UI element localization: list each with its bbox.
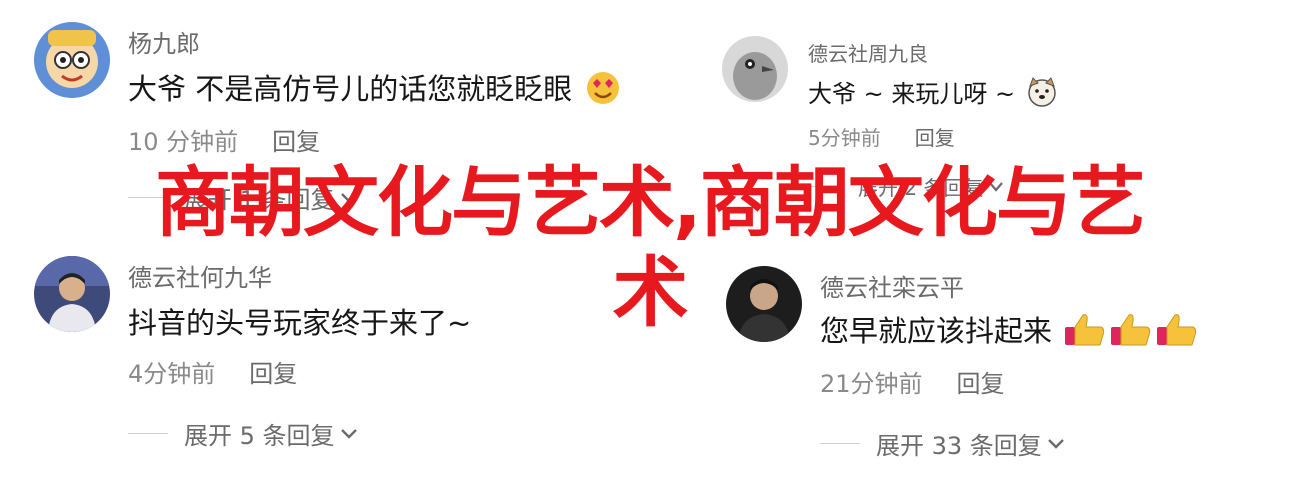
divider xyxy=(820,443,860,444)
comment-time: 10 分钟前 xyxy=(128,128,239,156)
heart-eyes-emoji-icon xyxy=(583,70,623,113)
comment-text-content: 大爷 ~ 来玩儿呀 ~ xyxy=(808,80,1016,108)
username[interactable]: 杨九郎 xyxy=(128,24,200,59)
reply-button[interactable]: 回复 xyxy=(249,360,297,388)
dog-face-emoji-icon xyxy=(1025,76,1059,114)
reply-button[interactable]: 回复 xyxy=(272,128,320,156)
pigeon-avatar-icon xyxy=(722,36,788,102)
comment-meta: 21分钟前 回复 xyxy=(820,364,1005,399)
avatar[interactable] xyxy=(722,36,788,102)
expand-replies-label: 展开 33 条回复 xyxy=(876,432,1042,460)
comment-text: 大爷 ~ 来玩儿呀 ~ xyxy=(808,74,1059,114)
comment-time: 5分钟前 xyxy=(808,126,881,150)
comment-time: 21分钟前 xyxy=(820,370,923,398)
username[interactable]: 德云社周九良 xyxy=(808,38,928,67)
reply-button[interactable]: 回复 xyxy=(915,126,955,150)
chevron-down-icon xyxy=(1047,438,1064,449)
expand-replies-button[interactable]: 展开 33 条回复 xyxy=(820,426,1066,461)
chevron-down-icon xyxy=(340,428,357,439)
expand-replies-button[interactable]: 展开 5 条回复 xyxy=(128,416,359,451)
avatar[interactable] xyxy=(34,22,110,98)
comment-meta: 4分钟前 回复 xyxy=(128,354,297,389)
reply-button[interactable]: 回复 xyxy=(957,370,1005,398)
overlay-title-line-2: 术 xyxy=(612,248,689,337)
comment-text-content: 大爷 不是高仿号儿的话您就眨眨眼 xyxy=(128,72,573,106)
overlay-title-line-1: 商朝文化与艺术,商朝文化与艺 xyxy=(155,158,1146,247)
comment-text: 大爷 不是高仿号儿的话您就眨眨眼 xyxy=(128,66,623,113)
comment-meta: 10 分钟前 回复 xyxy=(128,122,320,157)
divider xyxy=(128,433,168,434)
overlay-title: 商朝文化与艺术,商朝文化与艺 术 xyxy=(0,158,1299,338)
comment-meta: 5分钟前 回复 xyxy=(808,122,955,151)
expand-replies-label: 展开 5 条回复 xyxy=(184,422,335,450)
cartoon-avatar-icon xyxy=(34,22,110,98)
comment-time: 4分钟前 xyxy=(128,360,216,388)
